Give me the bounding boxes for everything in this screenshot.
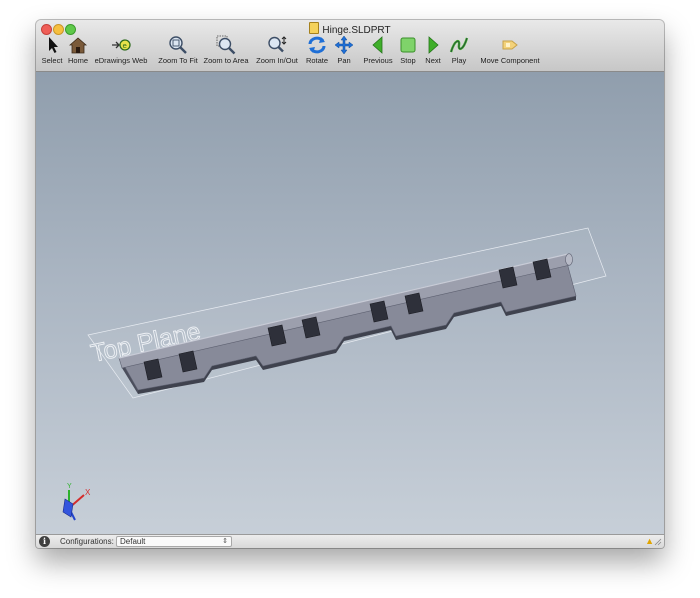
play-icon — [449, 37, 469, 53]
part-file-icon — [309, 22, 320, 34]
home-label: Home — [67, 56, 88, 65]
edrawings-web-button[interactable]: e eDrawings Web — [93, 35, 149, 71]
previous-label: Previous — [363, 56, 393, 65]
select-label: Select — [41, 56, 63, 65]
home-icon — [68, 37, 88, 54]
rotate-icon — [308, 36, 326, 54]
pan-label: Pan — [337, 56, 351, 65]
info-button[interactable]: i — [39, 536, 50, 547]
stop-button[interactable]: Stop — [396, 35, 420, 71]
edrawings-web-icon: e — [112, 39, 131, 51]
zoom-in-out-icon — [268, 36, 287, 53]
move-component-button[interactable]: Move Component — [478, 35, 542, 71]
triad-x-label: X — [85, 488, 91, 497]
zoom-to-fit-button[interactable]: Zoom To Fit — [156, 35, 200, 71]
zoom-in-out-button[interactable]: Zoom In/Out — [254, 35, 300, 71]
coordinate-triad: Y X — [62, 483, 91, 521]
pan-button[interactable]: Pan — [332, 35, 356, 71]
resize-grip-icon[interactable] — [654, 538, 662, 546]
zoom-to-fit-icon — [169, 36, 187, 54]
home-button[interactable]: Home — [65, 35, 91, 71]
status-bar: i Configurations: Default ⇕ ▲ — [36, 534, 664, 548]
toolbar: Hinge.SLDPRT Select Home e eDrawings Web — [36, 20, 664, 72]
triad-y-label: Y — [67, 483, 72, 490]
move-component-icon — [502, 40, 518, 50]
stop-label: Stop — [400, 56, 416, 65]
arrow-cursor-icon — [49, 37, 58, 53]
stop-icon — [400, 37, 416, 53]
select-button[interactable]: Select — [40, 35, 64, 71]
zoom-to-fit-label: Zoom To Fit — [158, 56, 198, 65]
previous-icon — [372, 36, 383, 54]
play-button[interactable]: Play — [448, 35, 470, 71]
zoom-to-area-label: Zoom to Area — [203, 56, 249, 65]
play-label: Play — [451, 56, 467, 65]
configuration-value: Default — [120, 537, 146, 546]
move-component-label: Move Component — [480, 56, 540, 65]
previous-button[interactable]: Previous — [362, 35, 394, 71]
zoom-to-area-icon — [216, 35, 236, 55]
edrawings-web-label: eDrawings Web — [94, 56, 148, 65]
rotate-label: Rotate — [305, 56, 329, 65]
configuration-select[interactable]: Default ⇕ — [116, 536, 232, 547]
svg-text:e: e — [123, 42, 127, 50]
select-arrows-icon: ⇕ — [222, 538, 228, 545]
warning-icon[interactable]: ▲ — [645, 536, 654, 546]
configurations-label: Configurations: — [60, 537, 114, 546]
rotate-button[interactable]: Rotate — [304, 35, 330, 71]
hinge-model[interactable]: Top Plane Y X — [36, 72, 664, 534]
3d-viewport[interactable]: Top Plane Y X — [36, 72, 664, 534]
window-title-bar: Hinge.SLDPRT — [36, 22, 664, 36]
zoom-to-area-button[interactable]: Zoom to Area — [202, 35, 250, 71]
next-icon — [428, 36, 439, 54]
next-button[interactable]: Next — [422, 35, 444, 71]
pan-icon — [334, 35, 354, 55]
knuckle-end — [565, 253, 573, 266]
triad-cube — [62, 498, 74, 518]
zoom-in-out-label: Zoom In/Out — [256, 56, 298, 65]
app-window: Hinge.SLDPRT Select Home e eDrawings Web — [36, 20, 664, 548]
next-label: Next — [425, 56, 441, 65]
